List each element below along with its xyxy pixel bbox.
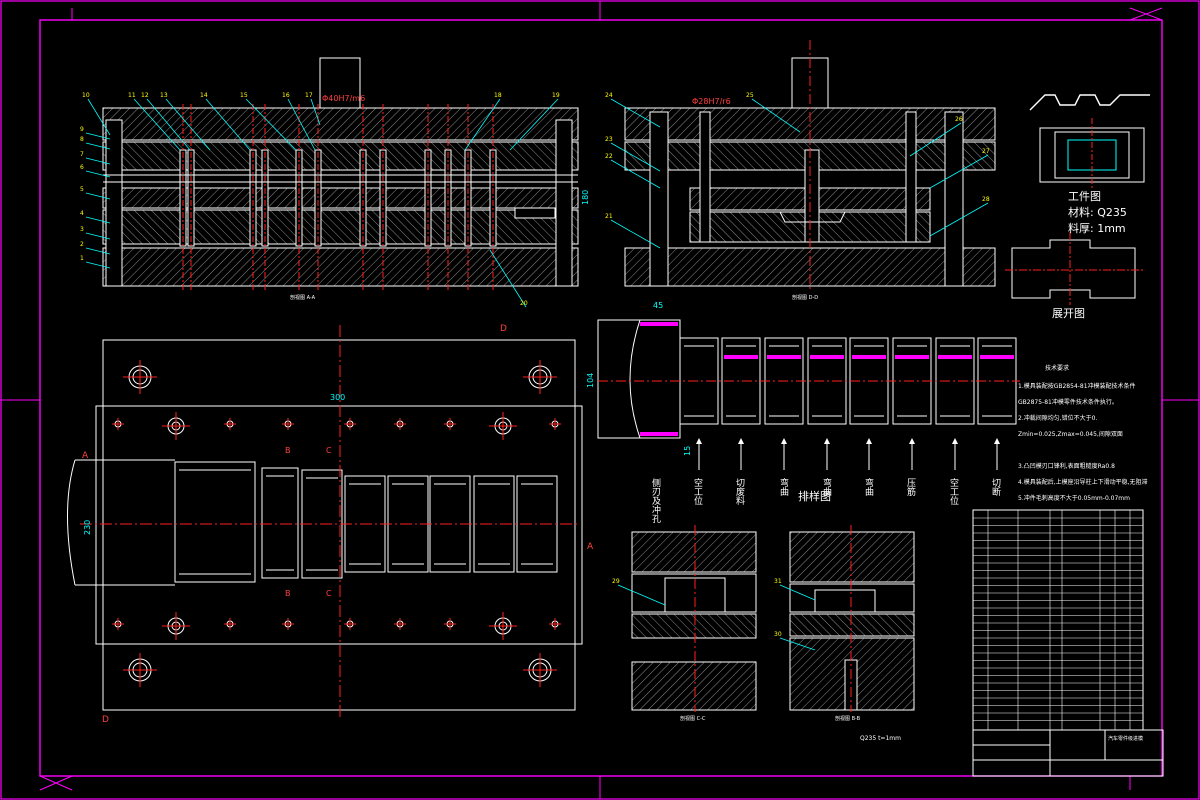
unfold-title: 展开图 — [1052, 307, 1085, 320]
dim-aa-height: 180 — [581, 190, 590, 205]
section-marker-b-top: B — [285, 446, 291, 455]
dim-plan-height: 230 — [83, 520, 92, 535]
part-number-part_numbers_top_left.7: 17 — [305, 92, 313, 99]
fit-label-right: Φ28H7/r6 — [692, 97, 731, 106]
part-number-part_numbers_dd_left.2: 22 — [605, 153, 613, 160]
section-marker-a-left: A — [82, 451, 89, 461]
section-marker-d-bottom: D — [102, 715, 109, 725]
strip-step-label-3: 弯曲 — [778, 477, 789, 497]
section-bb-title: 剖视图 B-B — [835, 715, 861, 722]
workpiece-title: 工件图 — [1068, 190, 1101, 203]
strip-step-label-8: 切断 — [990, 478, 1001, 497]
tech-req-line-7: 5.冲件毛刺高度不大于0.05mm-0.07mm — [1018, 494, 1130, 502]
part-number-part_numbers_bb.1: 30 — [774, 631, 782, 638]
workpiece-material: 材料: Q235 — [1068, 205, 1127, 219]
part-number-part_numbers_top_left.4: 14 — [200, 92, 208, 99]
part-number-part_numbers_left_side.4: 5 — [80, 186, 84, 193]
part-number-part_numbers_left_side.2: 7 — [80, 151, 84, 158]
part-number-part_numbers_top_left.5: 15 — [240, 92, 248, 99]
part-number-part_number_bottom_aa: 20 — [520, 300, 528, 307]
part-number-part_numbers_dd_right.2: 27 — [982, 148, 990, 155]
part-number-part_numbers_dd_right.1: 26 — [955, 116, 963, 123]
part-number-part_numbers_bb.0: 31 — [774, 578, 782, 585]
strip-step-label-2: 切废料 — [734, 478, 745, 506]
title-drawing-name: 汽车零件级进模 — [1108, 735, 1143, 742]
part-number-part_numbers_left_side.3: 6 — [80, 164, 84, 171]
tech-req-line-5: 3.凸凹模刃口锋利,表面粗糙度Ra0.8 — [1018, 462, 1115, 470]
strip-step-label-5: 弯曲 — [863, 477, 874, 497]
part-number-part_numbers_left_side.1: 8 — [80, 136, 84, 143]
section-marker-a-right: A — [587, 542, 594, 552]
cad-drawing-sheet: 剖视图 A-A 剖视图 D-D 剖视图 C-C 剖视图 B-B Φ40H7/m6… — [0, 0, 1200, 800]
part-number-part_numbers_dd_left.0: 24 — [605, 92, 613, 99]
tech-req-line-0: 1.模具装配按GB2854-81冲模装配技术条件 — [1018, 382, 1136, 390]
part-number-part_numbers_top_left.8: 18 — [494, 92, 502, 99]
strip-step-label-7: 空工位 — [948, 477, 959, 506]
strip-step-label-0: 侧刃及冲孔 — [650, 477, 661, 524]
tech-req-line-6: 4.模具装配后,上模座沿导柱上下滑动平稳,无阻滞 — [1018, 478, 1148, 486]
section-dd-title: 剖视图 D-D — [792, 294, 818, 301]
part-number-part_numbers_top_left.0: 10 — [82, 92, 90, 99]
part-number-part_numbers_dd_left.3: 21 — [605, 213, 613, 220]
part-number-part_numbers_top_left.2: 12 — [141, 92, 149, 99]
dim-strip-width: 104 — [586, 373, 595, 388]
part-number-part_numbers_left_side.0: 9 — [80, 126, 84, 133]
strip-step-label-6: 压筋 — [905, 478, 916, 497]
section-marker-d-top: D — [500, 324, 507, 334]
tech-req-line-1: GB2875-81冲模零件技术条件执行。 — [1018, 398, 1118, 406]
part-number-part_numbers_left_side.6: 3 — [80, 226, 84, 233]
part-number-part_numbers_dd_right.0: 25 — [746, 92, 754, 99]
dim-strip-pitch: 45 — [653, 301, 663, 310]
tech-req-line-2: 2.冲裁间隙均匀,错位不大于0. — [1018, 414, 1097, 422]
part-number-part_numbers_top_left.1: 11 — [128, 92, 136, 99]
strip-step-label-4: 弯曲 — [821, 477, 832, 497]
title-material-spec: Q235 t=1mm — [860, 735, 901, 742]
part-number-part_numbers_top_left.3: 13 — [160, 92, 168, 99]
section-marker-c-bottom: C — [326, 589, 332, 598]
section-marker-b-bottom: B — [285, 589, 291, 598]
dim-plan-width: 300 — [330, 393, 345, 402]
part-number-part_numbers_cc.0: 29 — [612, 578, 620, 585]
strip-step-label-1: 空工位 — [692, 477, 703, 506]
tech-requirements-text: 1.模具装配按GB2854-81冲模装配技术条件 GB2875-81冲模零件技术条… — [1018, 382, 1148, 502]
part-number-part_numbers_dd_right.3: 28 — [982, 196, 990, 203]
section-aa-title: 剖视图 A-A — [290, 294, 316, 301]
tech-req-title: 技术要求 — [1045, 364, 1069, 372]
part-number-part_numbers_top_left.9: 19 — [552, 92, 560, 99]
part-number-part_numbers_dd_left.1: 23 — [605, 136, 613, 143]
fit-label-left: Φ40H7/m6 — [322, 94, 365, 103]
workpiece-thickness: 料厚: 1mm — [1068, 221, 1126, 235]
part-number-part_numbers_left_side.7: 2 — [80, 241, 84, 248]
part-number-labels: 10 11 12 13 14 15 16 17 18 1998765432120242322212… — [80, 92, 990, 638]
part-number-part_numbers_left_side.5: 4 — [80, 210, 84, 217]
section-marker-c-top: C — [326, 446, 332, 455]
dim-strip-offset: 15 — [683, 446, 692, 456]
tech-req-line-3: Zmin=0.025,Zmax=0.045,间隙双面 — [1018, 430, 1123, 438]
part-number-part_numbers_top_left.6: 16 — [282, 92, 290, 99]
part-number-part_numbers_left_side.8: 1 — [80, 255, 84, 262]
section-cc-title: 剖视图 C-C — [680, 715, 706, 722]
annotation-layer: 剖视图 A-A 剖视图 D-D 剖视图 C-C 剖视图 B-B Φ40H7/m6… — [80, 92, 1148, 742]
